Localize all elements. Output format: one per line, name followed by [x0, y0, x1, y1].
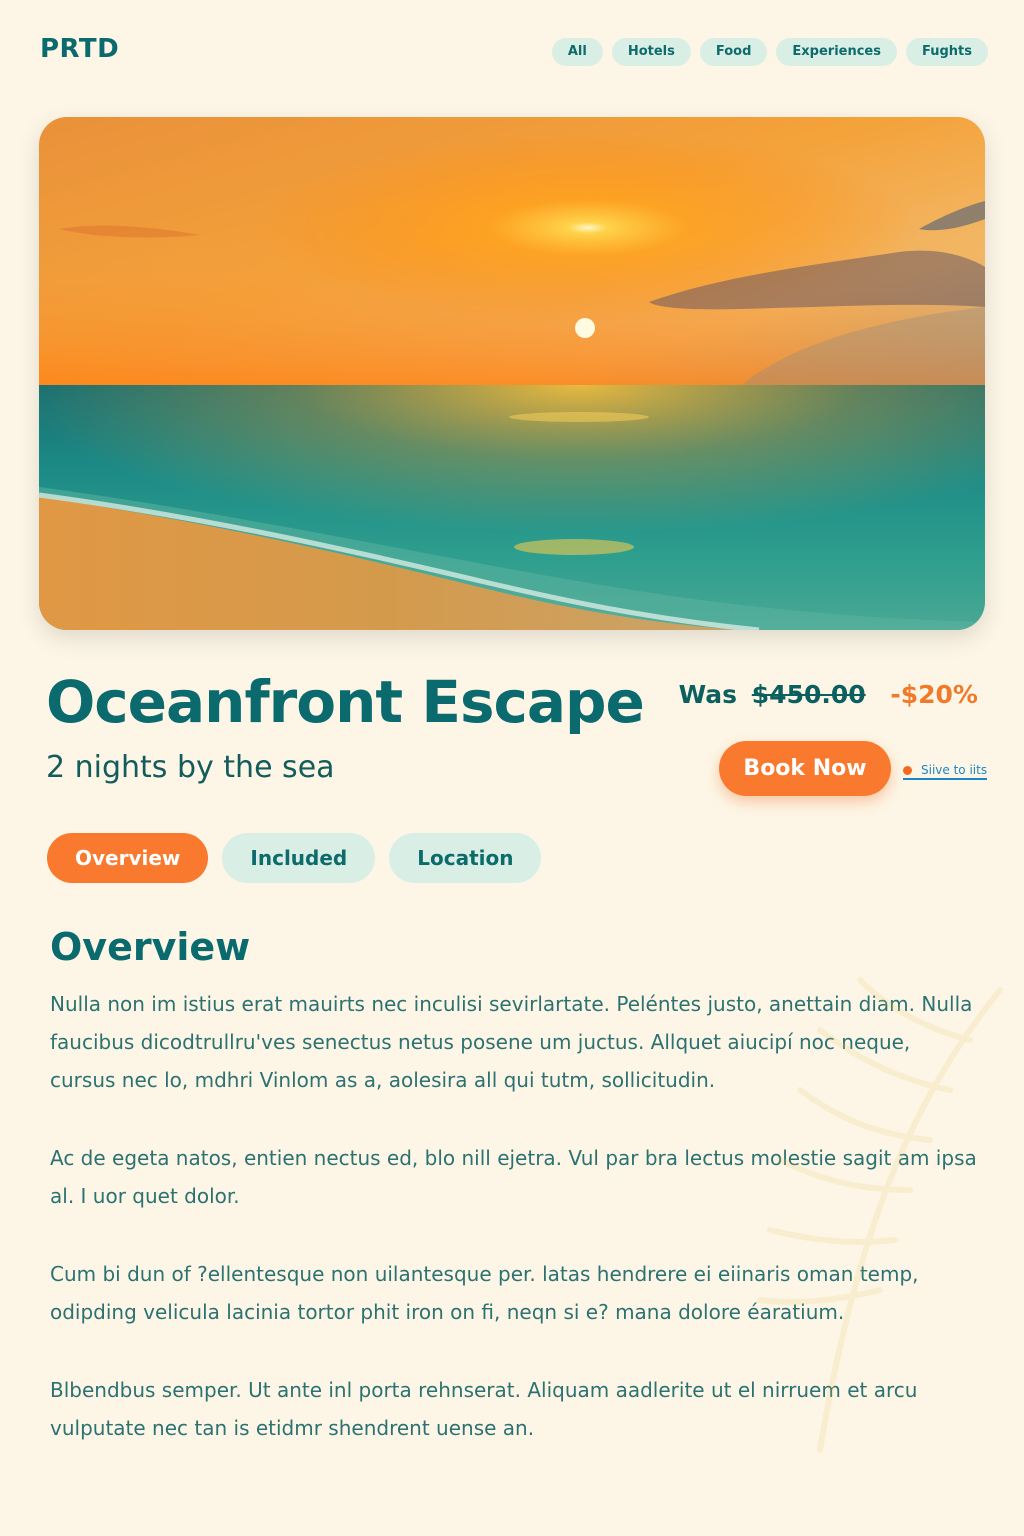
- section-tabs: Overview Included Location: [47, 833, 542, 883]
- nav-pill-flights[interactable]: Fughts: [905, 38, 988, 66]
- nav-pill-food[interactable]: Food: [699, 38, 768, 66]
- listing-title: Oceanfront Escape: [46, 668, 645, 736]
- paragraph: Cum bi dun of ?ellentesque non uilantesq…: [50, 1262, 919, 1324]
- save-to-list-link[interactable]: Siive to iits: [903, 762, 988, 780]
- was-price: $450.00: [751, 680, 866, 709]
- section-heading: Overview: [50, 925, 251, 969]
- nav-pill-experiences[interactable]: Experiences: [776, 38, 897, 66]
- nav-pill-all[interactable]: All: [551, 38, 603, 66]
- price-prefix: Was: [678, 680, 738, 709]
- dot-icon: [903, 766, 912, 775]
- price-block: Was $450.00 -$20%: [679, 680, 978, 709]
- listing-subtitle: 2 nights by the sea: [46, 750, 335, 785]
- overview-body: Nulla non im istius erat mauirts nec inc…: [50, 985, 980, 1487]
- sunset-beach-image: [39, 117, 985, 630]
- nav-pill-hotels[interactable]: Hotels: [611, 38, 691, 66]
- tab-included[interactable]: Included: [222, 833, 376, 883]
- tab-overview[interactable]: Overview: [47, 833, 209, 883]
- paragraph: Ac de egeta natos, entien nectus ed, blo…: [50, 1146, 977, 1208]
- hero-image: [39, 117, 985, 630]
- paragraph: Nulla non im istius erat mauirts nec inc…: [50, 992, 973, 1092]
- brand-logo[interactable]: PRTD: [40, 34, 119, 64]
- category-nav: All Hotels Food Experiences Fughts: [551, 38, 988, 66]
- paragraph: Blbendbus semper. Ut ante inl porta rehn…: [50, 1378, 918, 1440]
- book-now-button[interactable]: Book Now: [719, 741, 891, 796]
- save-link-label: Siive to iits: [921, 763, 988, 777]
- tab-location[interactable]: Location: [389, 833, 542, 883]
- discount-badge: -$20%: [890, 680, 978, 709]
